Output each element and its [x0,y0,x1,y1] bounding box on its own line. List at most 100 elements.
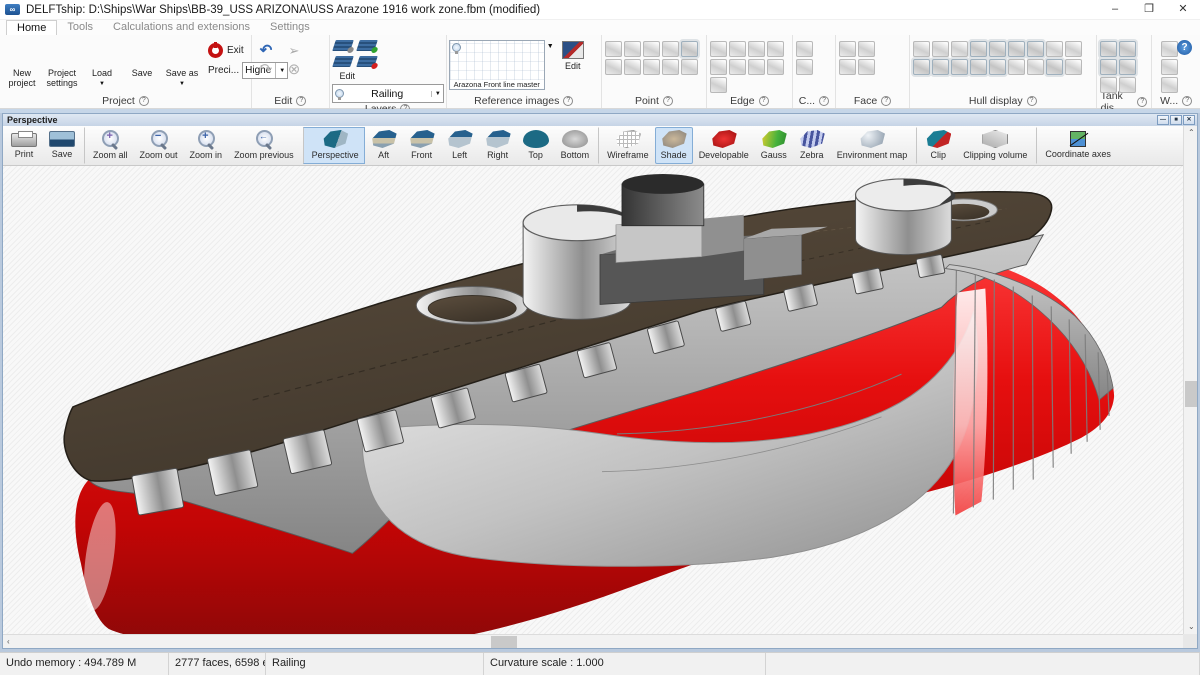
grid-view-icon[interactable] [989,59,1006,75]
group-help-icon[interactable]: ? [296,96,306,106]
profile-curves-icon[interactable] [1046,41,1063,57]
group-help-icon[interactable]: ? [663,96,673,106]
scroll-up-icon[interactable]: ⌃ [1188,126,1195,140]
viewport-toolbar-button[interactable]: Right [479,127,517,164]
gauss-view-icon[interactable] [951,41,968,57]
face-normal-icon[interactable] [858,59,875,75]
ribbon-button[interactable]: Load ▼ [82,37,122,89]
split-point-icon[interactable] [624,41,641,57]
viewport-minimize-button[interactable]: — [1157,115,1169,125]
chevron-down-icon[interactable]: ▼ [547,43,554,50]
model-3d-canvas[interactable] [3,166,1183,634]
layers-icon[interactable] [356,56,378,67]
tank-table-icon[interactable] [1119,77,1136,93]
silhouette-icon[interactable] [1008,59,1025,75]
new-window-icon[interactable] [1161,41,1178,57]
control-net-icon[interactable] [913,41,930,57]
scroll-down-icon[interactable]: ⌄ [1188,620,1195,634]
tank-select-icon[interactable] [1119,59,1136,75]
layers-icon[interactable] [356,40,378,51]
crease-edge-icon[interactable] [729,59,746,75]
undo-icon[interactable]: ↶ [260,43,273,59]
viewport-toolbar-button[interactable]: Perspective [303,127,365,164]
developable-faces-icon[interactable] [1027,41,1044,57]
group-help-icon[interactable]: ? [1182,96,1192,106]
reference-edit-button[interactable]: Edit [556,37,590,71]
unlock-points-icon[interactable] [643,59,660,75]
align-points-icon[interactable] [643,41,660,57]
horizontal-scrollbar[interactable]: ‹ [3,634,1183,648]
ribbon-button[interactable]: Save [122,37,162,89]
tanks-view-icon[interactable] [1100,41,1117,57]
stations-icon[interactable] [932,59,949,75]
submerged-hull-icon[interactable] [1065,59,1082,75]
maximize-button[interactable]: ❐ [1132,0,1166,19]
minimize-button[interactable]: – [1098,0,1132,19]
group-help-icon[interactable]: ? [1137,97,1147,107]
ribbon-tab[interactable]: Calculations and extensions [103,20,260,35]
group-help-icon[interactable]: ? [1027,96,1037,106]
ribbon-button[interactable]: Project settings [42,37,82,89]
viewport-toolbar-button[interactable]: Coordinate axes [1036,127,1117,164]
layers-edit-label[interactable]: Edit [340,71,356,81]
viewport-toolbar-button[interactable]: Left [441,127,479,164]
viewport-toolbar-button[interactable]: Top [517,127,555,164]
viewport-toolbar-button[interactable]: Front [403,127,441,164]
shade-solid-icon[interactable] [1046,59,1063,75]
insert-point-icon[interactable] [662,41,679,57]
cascade-windows-icon[interactable] [1161,77,1178,93]
help-icon[interactable]: ? [1177,40,1192,55]
curvature-plot-icon[interactable] [1008,41,1025,57]
vertical-scrollbar[interactable]: ⌃ ⌄ [1183,126,1197,634]
interior-edges-icon[interactable] [970,41,987,57]
point-group-icon[interactable] [662,59,679,75]
close-button[interactable]: ✕ [1166,0,1200,19]
edge-base-icon[interactable] [748,59,765,75]
viewport-toolbar-button[interactable]: Zoom in [184,127,229,164]
redo-icon[interactable]: ↷ [260,62,273,78]
tank-curves-icon[interactable] [1100,59,1117,75]
viewport-toolbar-button[interactable]: Wireframe [598,127,655,164]
point-mode-icon[interactable] [681,41,698,57]
lock-points-icon[interactable] [624,59,641,75]
ribbon-button[interactable]: New project [2,37,42,89]
new-face-icon[interactable] [839,41,856,57]
collapse-point-icon[interactable] [605,41,622,57]
viewport-toolbar-button[interactable]: Developable [693,127,755,164]
horizontal-scroll-thumb[interactable] [491,636,517,648]
viewport-toolbar-button[interactable]: Zoom previous [228,127,300,164]
buttocks-icon[interactable] [951,59,968,75]
viewport-toolbar-button[interactable]: Zoom out [134,127,184,164]
split-edge-icon[interactable] [748,41,765,57]
group-help-icon[interactable]: ? [881,96,891,106]
reference-image-thumbnail[interactable]: Arazona Front line master [449,40,545,90]
viewport-close-button[interactable]: ✕ [1183,115,1195,125]
curve-from-edge-icon[interactable] [710,77,727,93]
markers-icon[interactable] [1065,41,1082,57]
add-curve-icon[interactable] [796,41,813,57]
insert-edge-icon[interactable] [710,59,727,75]
viewport-toolbar-button[interactable]: Aft [365,127,403,164]
mirror-face-icon[interactable] [839,59,856,75]
viewport-toolbar-button[interactable]: Bottom [555,127,596,164]
layers-icon[interactable] [332,40,354,51]
import-markers-icon[interactable] [913,59,930,75]
viewport-toolbar-button[interactable]: Save [43,127,81,164]
features-icon[interactable] [1027,59,1044,75]
select-mode-icon[interactable]: ➢ [289,43,300,59]
vertical-scroll-thumb[interactable] [1185,381,1197,407]
delete-icon[interactable]: ⊗ [288,62,301,78]
ribbon-tab[interactable]: Tools [57,20,103,35]
viewport-toolbar-button[interactable]: Gauss [755,127,793,164]
group-help-icon[interactable]: ? [139,96,149,106]
point-mass-icon[interactable] [681,59,698,75]
viewport-maximize-button[interactable]: ■ [1170,115,1182,125]
show-normals-icon[interactable] [989,41,1006,57]
layers-icon[interactable] [332,56,354,67]
viewport-toolbar-button[interactable]: Environment map [831,127,914,164]
ribbon-tab[interactable]: Settings [260,20,320,35]
ribbon-button[interactable]: Save as ▼ [162,37,202,89]
fair-curve-icon[interactable] [796,59,813,75]
group-help-icon[interactable]: ? [819,96,829,106]
collapse-edge-icon[interactable] [767,41,784,57]
